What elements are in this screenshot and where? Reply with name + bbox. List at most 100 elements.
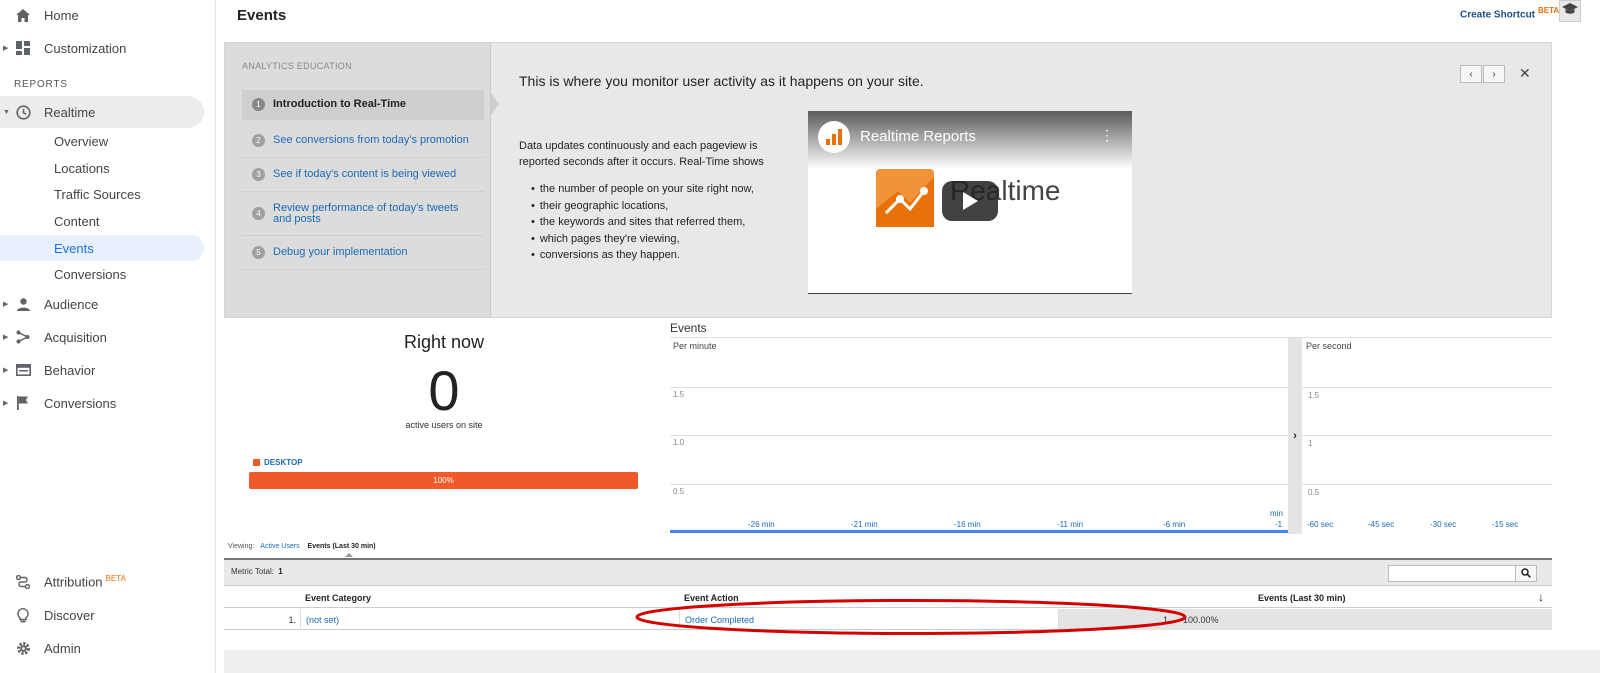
chevron-left-icon: ‹: [1469, 68, 1473, 80]
column-header-events[interactable]: Events (Last 30 min): [1258, 593, 1346, 603]
desktop-share-bar: 100%: [249, 472, 638, 489]
page-header: Events Create Shortcut BETA: [224, 0, 1600, 42]
legend-label: DESKTOP: [264, 458, 303, 467]
viewing-events-current[interactable]: Events (Last 30 min): [308, 543, 376, 550]
gridline: [1302, 387, 1552, 388]
education-step-2[interactable]: 2 See conversions from today's promotion: [242, 124, 484, 158]
viewing-selector: Viewing: Active Users Events (Last 30 mi…: [228, 543, 376, 550]
nav-home[interactable]: Home: [0, 0, 204, 30]
nav-discover[interactable]: Discover: [0, 600, 204, 630]
right-now-title: Right now: [403, 332, 485, 352]
column-header-event-category[interactable]: Event Category: [305, 593, 371, 603]
behavior-icon: [15, 362, 31, 378]
event-category-cell[interactable]: (not set): [306, 609, 339, 630]
education-step-3[interactable]: 3 See if today's content is being viewed: [242, 158, 484, 192]
step-text: See conversions from today's promotion: [273, 134, 469, 146]
attribution-icon: [15, 574, 31, 590]
sidebar-item-events[interactable]: Events: [0, 235, 204, 261]
sidebar-item-label: Events: [54, 240, 94, 256]
chevron-right-icon: ›: [1293, 430, 1297, 442]
nav-realtime-label: Realtime: [44, 104, 96, 120]
chart-baseline: [670, 530, 1288, 533]
table-search-input[interactable]: [1388, 565, 1516, 582]
step-text: Introduction to Real-Time: [273, 98, 407, 110]
active-users-count: 0: [428, 359, 460, 422]
per-second-label: Per second: [1306, 341, 1352, 351]
metric-total-bar: Metric Total: 1: [224, 560, 1552, 586]
gridline: [670, 435, 1288, 436]
create-shortcut-label: Create Shortcut: [1460, 9, 1536, 21]
row-index: 1.: [288, 614, 296, 625]
create-shortcut-link[interactable]: Create Shortcut BETA: [1460, 6, 1559, 20]
education-step-1[interactable]: 1 Introduction to Real-Time: [242, 90, 484, 120]
education-step-5[interactable]: 5 Debug your implementation: [242, 236, 484, 270]
metric-total: Metric Total: 1: [231, 567, 283, 576]
beta-badge: BETA: [1538, 6, 1560, 15]
sidebar-item-locations[interactable]: Locations: [0, 155, 204, 181]
nav-attribution[interactable]: Attribution BETA: [0, 567, 204, 597]
acquisition-icon: [15, 329, 31, 345]
column-header-event-action[interactable]: Event Action: [684, 593, 739, 603]
nav-realtime[interactable]: ▼ Realtime: [0, 96, 204, 128]
sidebar-item-traffic-sources[interactable]: Traffic Sources: [0, 181, 204, 207]
viewing-active-users-link[interactable]: Active Users: [260, 543, 299, 550]
sidebar-item-content[interactable]: Content: [0, 208, 204, 234]
sort-arrow-icon[interactable]: ↓: [1538, 590, 1544, 604]
nav-admin[interactable]: Admin: [0, 633, 204, 663]
gridline: [670, 484, 1288, 485]
education-step-4[interactable]: 4 Review performance of today's tweets a…: [242, 192, 484, 236]
nav-acquisition[interactable]: ▶ Acquisition: [0, 322, 204, 352]
x-tick-unit: min: [1270, 509, 1283, 518]
selected-view-caret-icon: [345, 553, 353, 557]
step-text: See if today's content is being viewed: [273, 168, 457, 180]
sidebar-item-label: Conversions: [54, 266, 127, 282]
analytics-brand-icon: [876, 169, 934, 227]
events-percent-cell: 100.00%: [1183, 614, 1219, 625]
gridline: [1302, 435, 1552, 436]
education-bullets: the number of people on your site right …: [540, 181, 754, 264]
close-icon[interactable]: ✕: [1519, 65, 1531, 82]
previous-button[interactable]: ‹: [1460, 65, 1482, 83]
education-heading: This is where you monitor user activity …: [519, 73, 924, 89]
x-tick-label: -45 sec: [1368, 520, 1395, 529]
step-number: 1: [252, 98, 265, 111]
play-icon[interactable]: [942, 181, 998, 221]
table-search-button[interactable]: [1515, 565, 1537, 582]
analytics-logo-icon: [818, 121, 850, 153]
x-tick-label: -26 min: [748, 520, 775, 529]
lightbulb-icon: [15, 607, 31, 623]
nav-audience[interactable]: ▶ Audience: [0, 289, 204, 319]
nav-admin-label: Admin: [44, 640, 81, 656]
person-icon: [15, 296, 31, 312]
nav-customization-label: Customization: [44, 40, 127, 56]
sidebar-item-label: Overview: [54, 133, 109, 149]
table-row: 1. (not set) Order Completed 1 100.00%: [224, 609, 1552, 630]
more-vert-icon[interactable]: ⋮: [1100, 127, 1114, 144]
nav-conversions[interactable]: ▶ Conversions: [0, 388, 204, 418]
list-item: the keywords and sites that referred the…: [540, 214, 754, 231]
expand-chart-button[interactable]: ›: [1288, 338, 1302, 534]
nav-customization[interactable]: ▶ Customization: [0, 33, 204, 63]
sidebar-item-conversions[interactable]: Conversions: [0, 261, 204, 287]
bar-label: 100%: [433, 476, 454, 485]
gear-icon: [15, 640, 31, 656]
nav-attribution-label: Attribution BETA: [44, 574, 126, 589]
sidebar: Home ▶ Customization REPORTS ▼ Realtime …: [0, 0, 216, 673]
x-tick-label: -15 sec: [1492, 520, 1519, 529]
events-count-cell: 1: [1162, 614, 1168, 625]
home-icon: [15, 7, 31, 23]
event-action-cell[interactable]: Order Completed: [685, 609, 754, 630]
education-toggle-button[interactable]: [1559, 0, 1581, 22]
active-users-caption: active users on site: [405, 420, 483, 430]
expand-caret-icon: ▶: [3, 45, 9, 52]
nav-behavior[interactable]: ▶ Behavior: [0, 355, 204, 385]
x-tick-label: -16 min: [954, 520, 981, 529]
sidebar-item-overview[interactable]: Overview: [0, 128, 204, 154]
flag-icon: [15, 395, 31, 411]
video-player[interactable]: Realtime Reports ⋮ Realtime: [808, 111, 1132, 294]
next-button[interactable]: ›: [1483, 65, 1505, 83]
nav-behavior-label: Behavior: [44, 362, 96, 378]
step-text: Review performance of today's tweets and…: [273, 201, 459, 225]
sidebar-item-label: Locations: [54, 160, 110, 176]
y-tick-label: 0.5: [673, 487, 685, 496]
